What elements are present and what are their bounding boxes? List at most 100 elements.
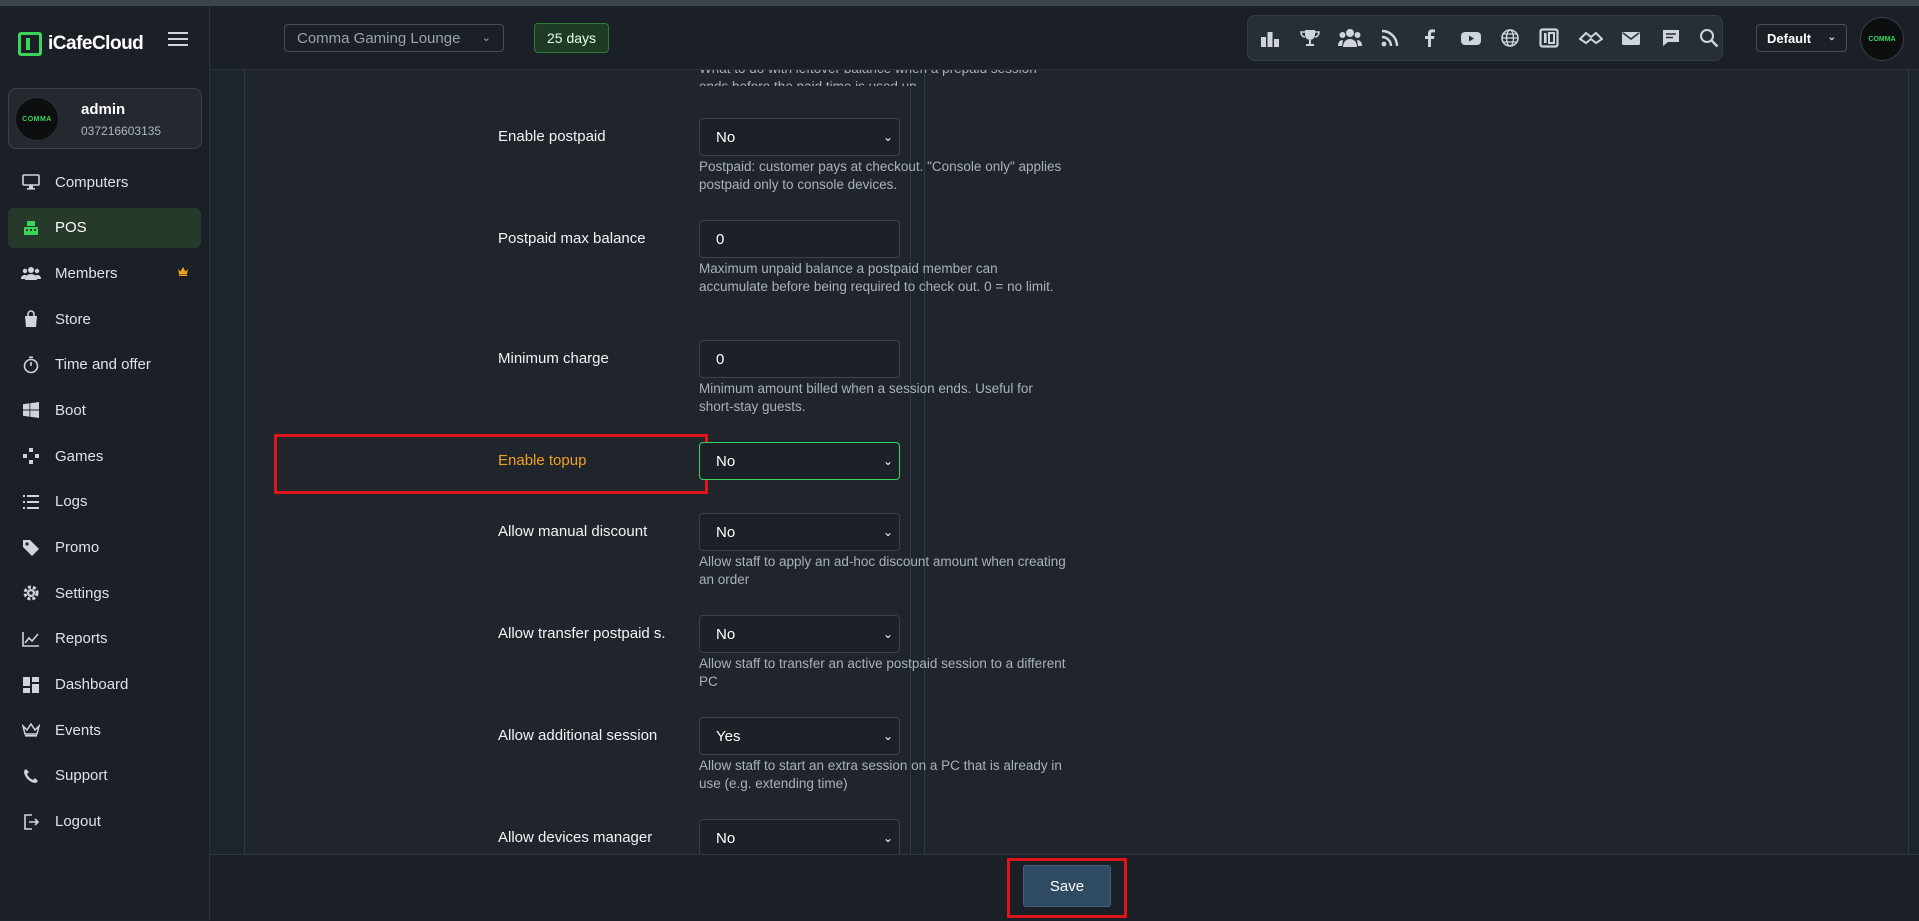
minimum-charge-label: Minimum charge: [498, 350, 609, 367]
sidebar-item-games[interactable]: Games: [8, 436, 201, 476]
side-panel: [924, 70, 1909, 854]
sidebar-item-reports[interactable]: Reports: [8, 619, 201, 659]
days-remaining-badge: 25 days: [534, 23, 610, 53]
allow-transfer-postpaid-label: Allow transfer postpaid s...: [498, 625, 666, 642]
brand-name: iCafeCloud: [48, 33, 144, 54]
cash-register-icon: [21, 218, 41, 238]
postpaid-max-balance-input[interactable]: 0: [699, 220, 900, 258]
chevron-down-icon: ⌄: [882, 130, 893, 144]
chart-line-icon: [21, 629, 41, 649]
sidebar-item-logs[interactable]: Logs: [8, 482, 201, 522]
gamepad-icon: [21, 446, 41, 466]
header-avatar[interactable]: COMMA: [1860, 17, 1904, 61]
allow-additional-session-select[interactable]: Yes ⌄: [699, 717, 900, 755]
sidebar-item-label: Reports: [55, 630, 108, 648]
form-footer: Save: [210, 854, 1919, 921]
sidebar-item-label: Dashboard: [55, 676, 129, 694]
users-icon: [21, 263, 41, 283]
sidebar-item-label: Computers: [55, 173, 129, 191]
phone-icon: [21, 766, 41, 786]
allow-transfer-postpaid-description: Allow staff to transfer an active postpa…: [699, 656, 1066, 689]
sidebar-item-logout[interactable]: Logout: [8, 802, 201, 842]
icafecloud-logo-icon: [18, 32, 42, 56]
brand[interactable]: iCafeCloud: [18, 28, 144, 60]
monitor-icon: [21, 172, 41, 192]
allow-additional-session-value: Yes: [716, 727, 741, 745]
sidebar-item-time-and-offer[interactable]: Time and offer: [8, 345, 201, 385]
chevron-down-icon: ⌄: [882, 831, 893, 845]
minimum-charge-input[interactable]: 0: [699, 340, 900, 378]
sidebar-item-dashboard[interactable]: Dashboard: [8, 665, 201, 705]
allow-additional-session-label: Allow additional session: [498, 727, 658, 744]
leftover-balance-description: What to do with leftover balance when a …: [699, 70, 1069, 86]
leftover-balance-description-text: What to do with leftover balance when a …: [699, 70, 1037, 86]
sidebar-item-label: Games: [55, 447, 104, 465]
profile-select-value: Default: [1767, 30, 1812, 46]
trophy-icon[interactable]: [1300, 28, 1320, 48]
quick-links-bar: [1247, 15, 1723, 61]
globe-icon[interactable]: [1500, 28, 1520, 48]
chat-icon[interactable]: [1661, 28, 1681, 48]
sidebar-item-label: Boot: [55, 401, 86, 419]
sidebar-item-pos[interactable]: POS: [8, 207, 201, 248]
profile-select[interactable]: Default ⌄: [1756, 24, 1847, 52]
sidebar-item-boot[interactable]: Boot: [8, 390, 201, 430]
sidebar-item-label: Support: [55, 767, 108, 785]
enable-topup-label: Enable topup: [498, 452, 587, 469]
allow-devices-manager-select[interactable]: No ⌄: [699, 819, 900, 854]
sidebar-nav: Computers POS Members Store Time and off…: [8, 162, 201, 847]
sidebar-item-store[interactable]: Store: [8, 299, 201, 339]
minimum-charge-description: Minimum amount billed when a session end…: [699, 381, 1033, 414]
sidebar-item-computers[interactable]: Computers: [8, 162, 201, 202]
sidebar-item-settings[interactable]: Settings: [8, 573, 201, 613]
sidebar-item-support[interactable]: Support: [8, 756, 201, 796]
sidebar-item-members[interactable]: Members: [8, 253, 201, 293]
handshake-icon[interactable]: [1578, 28, 1604, 48]
avatar-logo-text: COMMA: [22, 115, 52, 123]
allow-additional-session-description: Allow staff to start an extra session on…: [699, 758, 1062, 791]
chevron-down-icon: ⌄: [882, 454, 893, 468]
enable-postpaid-value: No: [716, 128, 736, 146]
search-icon[interactable]: [1699, 28, 1719, 48]
header-avatar-logo-text: COMMA: [1868, 35, 1896, 43]
enable-topup-value: No: [716, 452, 736, 470]
crown-icon: [177, 265, 189, 279]
sidebar-item-label: Logs: [55, 493, 88, 511]
sidebar-item-label: Events: [55, 721, 101, 739]
leaderboard-icon[interactable]: [1260, 28, 1280, 48]
sidebar-item-label: POS: [55, 219, 87, 237]
sidebar-item-label: Logout: [55, 813, 101, 831]
venue-select[interactable]: Comma Gaming Lounge ⌄: [284, 24, 504, 52]
top-header: Comma Gaming Lounge ⌄ 25 days Default ⌄ …: [210, 6, 1919, 70]
tag-icon: [21, 538, 41, 558]
allow-manual-discount-description: Allow staff to apply an ad-hoc discount …: [699, 554, 1066, 587]
postpaid-max-balance-value: 0: [716, 230, 725, 248]
allow-manual-discount-value: No: [716, 523, 736, 541]
enable-postpaid-description: Postpaid: customer pays at checkout. "Co…: [699, 159, 1062, 192]
sidebar-item-label: Store: [55, 310, 91, 328]
allow-manual-discount-select[interactable]: No ⌄: [699, 513, 900, 551]
bag-icon: [21, 309, 41, 329]
allow-devices-manager-label: Allow devices manager: [498, 829, 653, 846]
save-button[interactable]: Save: [1023, 865, 1111, 907]
enable-topup-select[interactable]: No ⌄: [699, 442, 900, 480]
sidebar-item-events[interactable]: Events: [8, 710, 201, 750]
list-icon: [21, 492, 41, 512]
sidebar-item-promo[interactable]: Promo: [8, 528, 201, 568]
chevron-down-icon: ⌄: [882, 627, 893, 641]
enable-postpaid-label: Enable postpaid: [498, 128, 606, 145]
icafecloud-icon[interactable]: [1539, 28, 1559, 48]
facebook-icon[interactable]: [1420, 28, 1440, 48]
youtube-icon[interactable]: [1460, 28, 1482, 48]
menu-toggle-icon[interactable]: [168, 32, 188, 48]
user-card[interactable]: COMMA admin 037216603135: [8, 88, 202, 149]
group-icon[interactable]: [1338, 28, 1362, 48]
mail-icon[interactable]: [1621, 28, 1641, 48]
enable-postpaid-select[interactable]: No ⌄: [699, 118, 900, 156]
rss-icon[interactable]: [1380, 28, 1400, 48]
main-content: What to do with leftover balance when a …: [210, 70, 1919, 854]
allow-transfer-postpaid-select[interactable]: No ⌄: [699, 615, 900, 653]
allow-devices-manager-value: No: [716, 829, 736, 847]
venue-select-value: Comma Gaming Lounge: [297, 29, 461, 47]
chevron-down-icon: ⌄: [1827, 32, 1836, 43]
